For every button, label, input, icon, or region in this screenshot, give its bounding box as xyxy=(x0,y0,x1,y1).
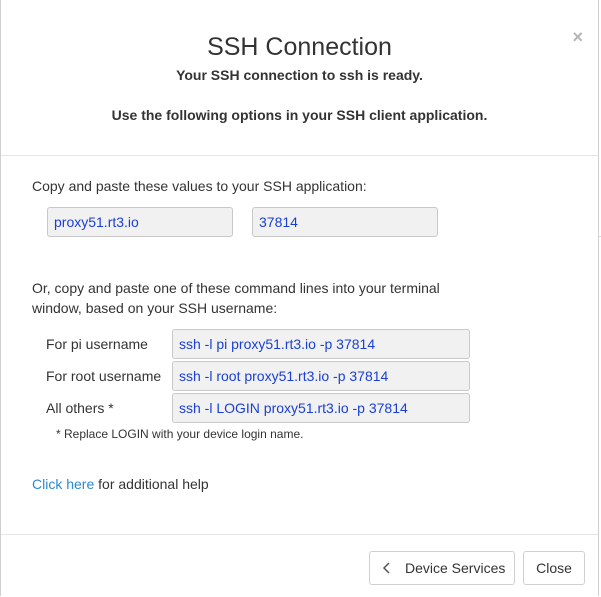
root-command-field[interactable]: ssh -l root proxy51.rt3.io -p 37814 xyxy=(172,361,470,391)
device-services-button[interactable]: Device Services xyxy=(369,551,515,585)
port-field[interactable]: 37814 xyxy=(252,207,438,237)
device-services-label: Device Services xyxy=(405,560,506,576)
ssh-connection-dialog: SSH Connection Your SSH connection to ss… xyxy=(0,0,599,596)
help-link[interactable]: Click here xyxy=(32,476,94,492)
commands-intro-line1: Or, copy and paste one of these command … xyxy=(32,280,440,296)
close-button[interactable]: Close xyxy=(523,551,585,585)
help-suffix: for additional help xyxy=(94,476,209,492)
dialog-title: SSH Connection xyxy=(207,33,392,61)
instructions-text: Use the following options in your SSH cl… xyxy=(111,107,488,123)
pi-username-label: For pi username xyxy=(46,336,148,352)
pi-command-field[interactable]: ssh -l pi proxy51.rt3.io -p 37814 xyxy=(172,329,470,359)
host-field[interactable]: proxy51.rt3.io xyxy=(47,207,233,237)
root-username-label: For root username xyxy=(46,368,162,384)
values-intro: Copy and paste these values to your SSH … xyxy=(32,178,367,194)
dialog-footer: Device Services Close xyxy=(1,534,598,597)
commands-intro-line2: window, based on your SSH username: xyxy=(32,300,278,316)
login-command-field[interactable]: ssh -l LOGIN proxy51.rt3.io -p 37814 xyxy=(172,393,470,423)
connection-ready-text: Your SSH connection to ssh is ready. xyxy=(176,67,423,83)
chevron-left-icon xyxy=(382,562,390,574)
dialog-header: SSH Connection Your SSH connection to ss… xyxy=(1,0,598,156)
close-icon[interactable]: × xyxy=(572,27,583,48)
login-note: * Replace LOGIN with your device login n… xyxy=(56,427,304,441)
help-text: Click here for additional help xyxy=(32,476,209,492)
all-others-label: All others * xyxy=(46,400,114,416)
